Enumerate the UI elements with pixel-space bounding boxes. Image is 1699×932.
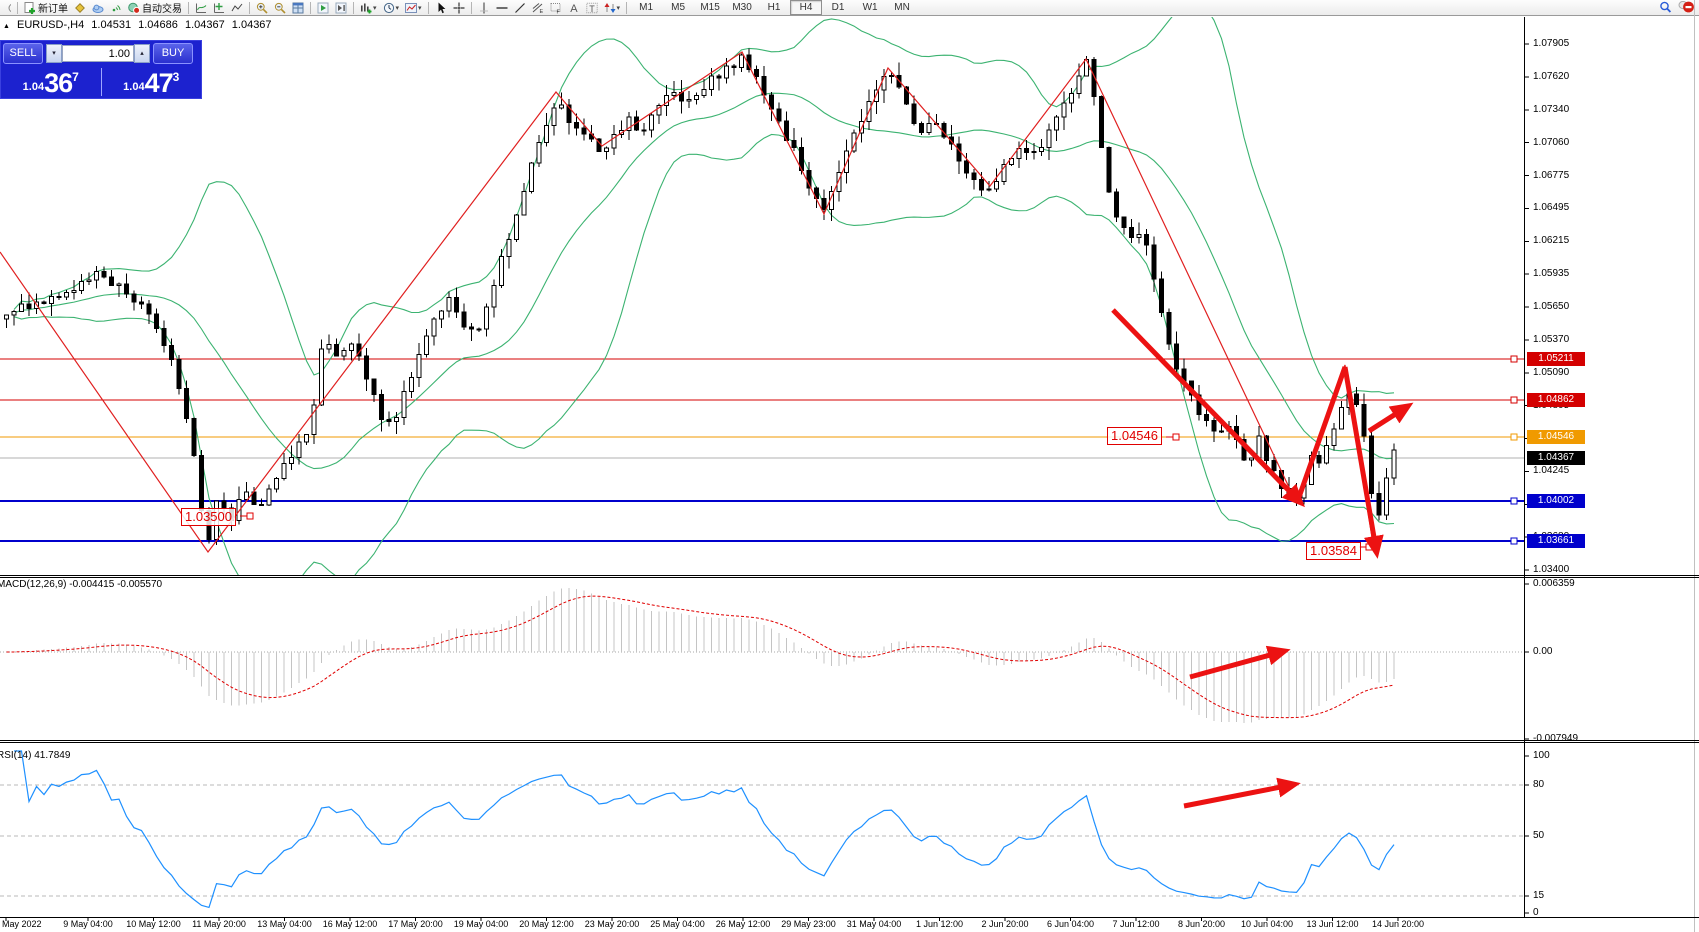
macd-label: MACD(12,26,9) -0.004415 -0.005570: [0, 579, 162, 590]
time-tick-label: 2 Jun 20:00: [981, 919, 1028, 929]
text-label-anchors: [240, 434, 1372, 550]
time-tick-label: 10 Jun 04:00: [1241, 919, 1293, 929]
ohlc-marker-icon: ▲: [3, 23, 10, 30]
sell-price-big: 36: [44, 70, 72, 96]
analyst-arrows[interactable]: [1113, 310, 1405, 806]
macd-histogram: [0, 588, 1524, 723]
price-level-badge: 1.04862: [1527, 393, 1585, 407]
time-tick-label: 31 May 04:00: [847, 919, 902, 929]
price-level-badge: 1.03661: [1527, 534, 1585, 548]
pane-borders: [0, 17, 1699, 918]
chart-title: ▲ EURUSD-,H4 1.04531 1.04686 1.04367 1.0…: [3, 19, 276, 31]
volume-input[interactable]: [62, 45, 134, 62]
time-axis[interactable]: May 2022 9 May 04:00 10 May 12:00 11 May 20…: [0, 918, 1699, 932]
price-level-badge: 1.04367: [1527, 451, 1585, 465]
close-value: 1.04367: [232, 19, 272, 31]
buy-price-prefix: 1.04: [123, 81, 144, 93]
sell-price-prefix: 1.04: [23, 81, 44, 93]
time-tick-label: 10 May 12:00: [126, 919, 181, 929]
chart-text-label[interactable]: 1.03584: [1306, 542, 1361, 560]
time-tick-label: 23 May 20:00: [585, 919, 640, 929]
one-click-trading-panel: SELL ▾ ▴ BUY 1.04 36 7 1.04 47 3: [0, 40, 202, 99]
time-tick-label: 29 May 23:00: [781, 919, 836, 929]
time-tick-label: 20 May 12:00: [519, 919, 574, 929]
rsi-label: RSI(14) 41.7849: [0, 750, 70, 761]
time-tick-label: 14 Jun 20:00: [1372, 919, 1424, 929]
time-tick-label: 26 May 12:00: [716, 919, 771, 929]
time-tick-label: 9 May 04:00: [63, 919, 113, 929]
time-tick-label: 13 May 04:00: [257, 919, 312, 929]
high-value: 1.04686: [138, 19, 178, 31]
chart-text-label[interactable]: 1.03500: [181, 508, 236, 526]
price-axis[interactable]: [1525, 16, 1699, 917]
time-tick-label: 25 May 04:00: [650, 919, 705, 929]
price-level-badge: 1.04546: [1527, 430, 1585, 444]
volume-decrease-button[interactable]: ▾: [46, 44, 62, 63]
time-tick-label: 16 May 12:00: [323, 919, 378, 929]
time-tick-label: 1 Jun 12:00: [916, 919, 963, 929]
price-level-badge: 1.05211: [1527, 352, 1585, 366]
terminal-window: 新订单自动交易▾▾▾EFAT▾M1M5M15M30H1H4D1W1MN ▲ EU…: [0, 0, 1699, 932]
buy-price[interactable]: 1.04 47 3: [102, 66, 202, 98]
macd-signal-line: [7, 596, 1395, 718]
low-value: 1.04367: [185, 19, 225, 31]
time-tick-label: 7 Jun 12:00: [1112, 919, 1159, 929]
time-tick-label: May 2022: [2, 919, 42, 929]
time-tick-label: 11 May 20:00: [192, 919, 246, 929]
time-tick-label: 19 May 04:00: [454, 919, 509, 929]
symbol-period: EURUSD-,H4: [17, 19, 84, 31]
chart-text-label[interactable]: 1.04546: [1107, 427, 1162, 445]
price-level-badge: 1.04002: [1527, 494, 1585, 508]
rsi-line: [14, 751, 1394, 907]
zigzag-trendlines[interactable]: [0, 52, 1374, 552]
buy-price-big: 47: [145, 70, 173, 96]
open-value: 1.04531: [91, 19, 131, 31]
chart-canvas[interactable]: [0, 0, 1699, 932]
rsi-level-lines: [0, 785, 1524, 896]
candlesticks: [5, 48, 1397, 545]
sell-price[interactable]: 1.04 36 7: [1, 66, 101, 98]
time-tick-label: 13 Jun 12:00: [1306, 919, 1358, 929]
volume-increase-button[interactable]: ▴: [134, 44, 150, 63]
time-tick-label: 6 Jun 04:00: [1047, 919, 1094, 929]
sell-price-pip: 7: [72, 70, 79, 84]
time-tick-label: 17 May 20:00: [388, 919, 443, 929]
buy-price-pip: 3: [173, 70, 180, 84]
time-tick-label: 8 Jun 20:00: [1178, 919, 1225, 929]
sell-button[interactable]: SELL: [3, 43, 43, 64]
buy-button[interactable]: BUY: [153, 43, 193, 64]
